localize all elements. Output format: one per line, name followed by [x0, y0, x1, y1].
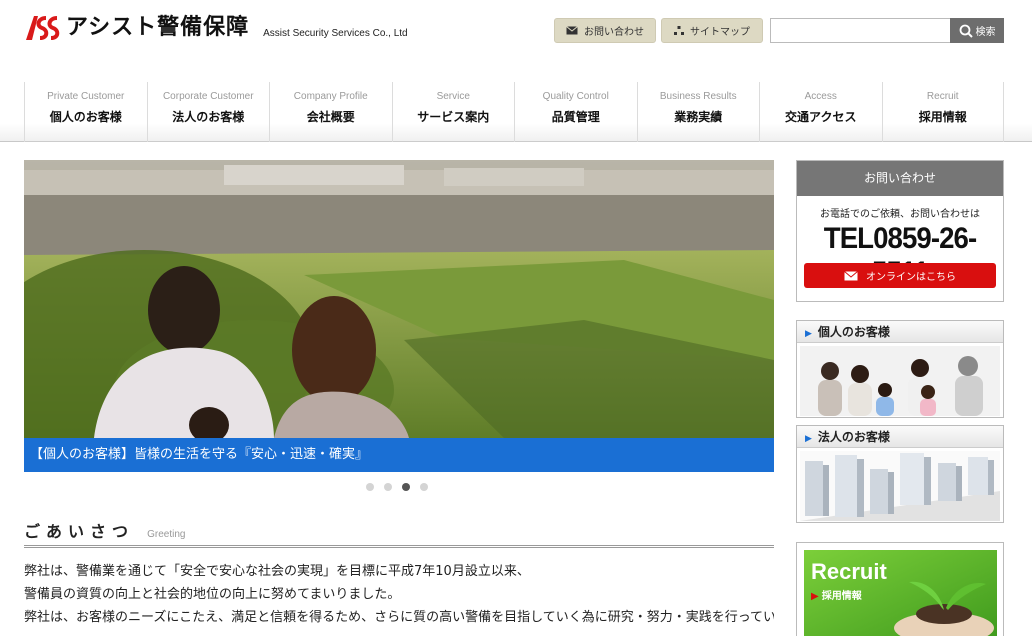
buildings-illustration	[800, 451, 1000, 521]
nav-item-jp: サービス案内	[417, 110, 490, 124]
greeting-body: 弊社は、警備業を通じて「安全で安心な社会の実現」を目標に平成7年10月設立以来、…	[24, 560, 774, 629]
nav-item-quality-control[interactable]: Quality Control 品質管理	[514, 82, 637, 142]
greeting-title-en: Greeting	[147, 529, 186, 540]
greeting-line: 弊社は、警備業を通じて「安全で安心な社会の実現」を目標に平成7年10月設立以来、	[24, 564, 530, 579]
slider-dot-active[interactable]	[402, 483, 410, 491]
nav-item-company-profile[interactable]: Company Profile 会社概要	[269, 82, 392, 142]
search-button-label: 検索	[975, 27, 996, 38]
recruit-subtitle-text: 採用情報	[821, 591, 862, 602]
nav-item-en: Company Profile	[293, 91, 368, 102]
slider-dots	[366, 483, 428, 491]
nav-item-jp: 個人のお客様	[49, 110, 122, 124]
slider-caption[interactable]: 【個人のお客様】皆様の生活を守る『安心・迅速・確実』	[24, 438, 774, 472]
nav-item-jp: 法人のお客様	[172, 110, 245, 124]
nav-item-jp: 会社概要	[306, 110, 355, 124]
hero-slider[interactable]: 【個人のお客様】皆様の生活を守る『安心・迅速・確実』	[24, 160, 774, 472]
global-nav: Private Customer 個人のお客様 Corporate Custom…	[24, 82, 1004, 142]
mail-icon	[844, 270, 858, 280]
sitemap-button-label: サイトマップ	[690, 27, 750, 38]
sidebar-contact-box: お問い合わせ お電話でのご依頼、お問い合わせは TEL0859-26-5511 …	[796, 160, 1004, 302]
slider-dot[interactable]	[366, 483, 374, 491]
sitemap-icon	[674, 25, 684, 35]
nav-item-jp: 業務実績	[674, 110, 723, 124]
contact-button[interactable]: お問い合わせ	[554, 18, 656, 43]
contact-box-subtitle: お電話でのご依頼、お問い合わせは	[820, 209, 980, 220]
triangle-right-icon: ▶	[811, 591, 819, 602]
logo-mark-icon	[24, 14, 62, 42]
family-photo	[800, 346, 1000, 416]
search-icon	[959, 24, 973, 38]
sidebar-card-title: 個人のお客様	[817, 325, 890, 339]
nav-item-private-customer[interactable]: Private Customer 個人のお客様	[24, 82, 147, 142]
nav-item-en: Quality Control	[542, 91, 609, 102]
sitemap-button[interactable]: サイトマップ	[661, 18, 763, 43]
nav-item-business-results[interactable]: Business Results 業務実績	[636, 82, 760, 142]
nav-item-service[interactable]: Service サービス案内	[391, 82, 515, 142]
nav-item-corporate-customer[interactable]: Corporate Customer 法人のお客様	[146, 82, 270, 142]
nav-item-en: Access	[804, 91, 837, 102]
nav-item-jp: 交通アクセス	[785, 110, 857, 124]
nav-item-en: Business Results	[659, 91, 737, 102]
nav-item-jp: 採用情報	[918, 110, 967, 124]
contact-box-title: お問い合わせ	[797, 161, 1003, 196]
nav-item-access[interactable]: Access 交通アクセス	[759, 82, 882, 142]
hero-slide-image	[24, 160, 774, 438]
triangle-right-icon: ▶	[805, 434, 812, 444]
online-contact-button[interactable]: オンラインはこちら	[804, 263, 996, 288]
slider-dot[interactable]	[420, 483, 428, 491]
recruit-title: Recruit	[811, 559, 887, 584]
nav-item-en: Recruit	[926, 91, 959, 102]
nav-item-en: Private Customer	[47, 91, 125, 102]
contact-button-label: お問い合わせ	[584, 27, 644, 38]
sidebar-card-title: 法人のお客様	[817, 430, 890, 444]
nav-item-en: Corporate Customer	[162, 91, 254, 102]
nav-item-jp: 品質管理	[551, 110, 600, 124]
online-contact-label: オンラインはこちら	[866, 272, 956, 283]
greeting-line: 警備員の資質の向上と社会的地位の向上に努めてまいりました。	[24, 587, 401, 602]
triangle-right-icon: ▶	[805, 329, 812, 339]
nav-item-recruit[interactable]: Recruit 採用情報	[881, 82, 1004, 142]
greeting-heading: ごあいさつ Greeting	[24, 518, 774, 548]
logo-english-text: Assist Security Services Co., Ltd	[263, 28, 408, 39]
sidebar-card-heading: ▶ 個人のお客様	[797, 321, 1003, 343]
logo-japanese-text: アシスト警備保障	[66, 15, 250, 40]
search-input[interactable]	[770, 18, 951, 43]
greeting-title: ごあいさつ	[24, 522, 135, 541]
slider-dot[interactable]	[384, 483, 392, 491]
sidebar-card-heading: ▶ 法人のお客様	[797, 426, 1003, 448]
recruit-banner[interactable]: Recruit ▶ 採用情報	[796, 542, 1004, 636]
nav-item-en: Service	[436, 91, 470, 102]
sidebar-corporate-customer[interactable]: ▶ 法人のお客様	[796, 425, 1004, 523]
site-logo[interactable]: アシスト警備保障 Assist Security Services Co., L…	[24, 14, 408, 42]
greeting-line: 弊社は、お客様のニーズにこたえ、満足と信頼を得るため、さらに質の高い警備を目指し…	[24, 610, 774, 625]
search-button[interactable]: 検索	[950, 18, 1004, 43]
recruit-subtitle: ▶ 採用情報	[811, 587, 862, 602]
mail-icon	[566, 26, 578, 35]
sidebar-personal-customer[interactable]: ▶ 個人のお客様	[796, 320, 1004, 418]
site-header: アシスト警備保障 Assist Security Services Co., L…	[0, 0, 1032, 82]
